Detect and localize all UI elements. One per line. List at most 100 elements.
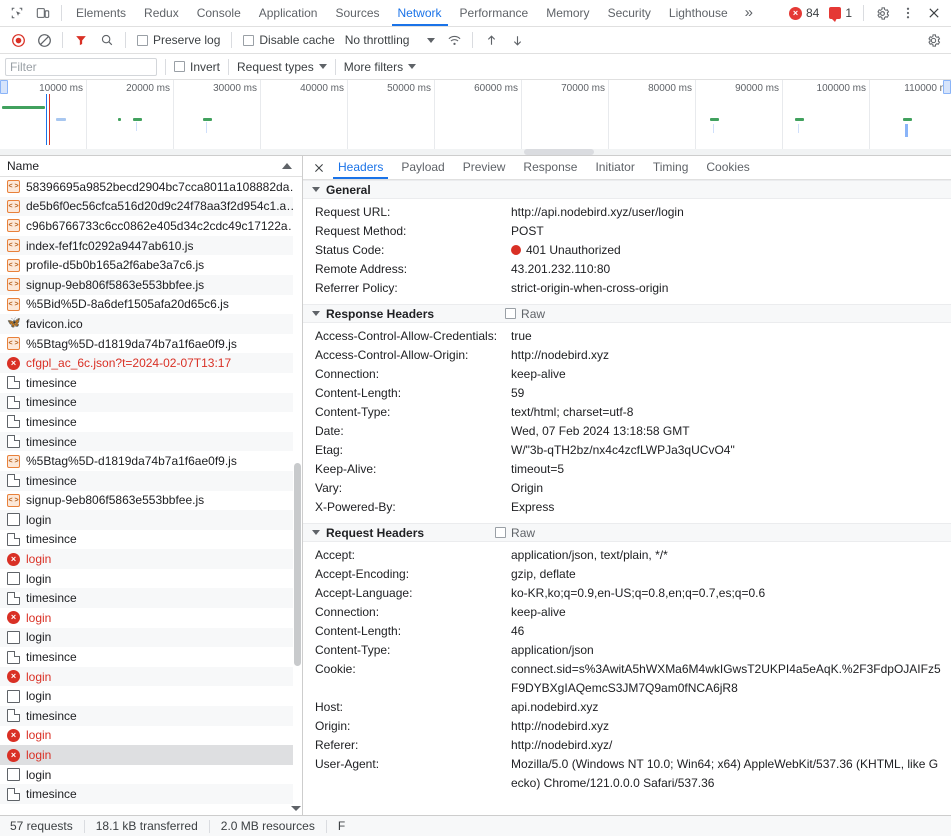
request-row[interactable]: < > signup-9eb806f5863e553bbfee.js [0, 491, 302, 511]
header-value[interactable]: Mozilla/5.0 (Windows NT 10.0; Win64; x64… [511, 755, 951, 793]
header-value[interactable]: true [511, 327, 540, 346]
request-raw-toggle[interactable]: Raw [495, 526, 535, 540]
tab-timing[interactable]: Timing [644, 156, 698, 179]
header-value[interactable]: POST [511, 222, 552, 241]
gear-icon[interactable] [869, 1, 895, 25]
request-row[interactable]: < > %5Btag%5D-d1819da74b7a1f6ae0f9.js [0, 451, 302, 471]
request-row[interactable]: timesince [0, 588, 302, 609]
request-row[interactable]: < > %5Bid%5D-8a6def1505afa20d65c6.js [0, 295, 302, 315]
tab-response[interactable]: Response [514, 156, 586, 179]
header-value[interactable]: 401 Unauthorized [511, 241, 629, 260]
tab-memory[interactable]: Memory [537, 0, 598, 26]
header-value[interactable]: 43.201.232.110:80 [511, 260, 618, 279]
request-row[interactable]: × cfgpl_ac_6c.json?t=2024-02-07T13:17 [0, 353, 302, 373]
request-row[interactable]: < > %5Btag%5D-d1819da74b7a1f6ae0f9.js [0, 334, 302, 354]
request-row[interactable]: timesince [0, 373, 302, 393]
overview-scrollbar-thumb[interactable] [524, 149, 594, 155]
request-row[interactable]: < > profile-d5b0b165a2f6abe3a7c6.js [0, 255, 302, 275]
tab-performance[interactable]: Performance [451, 0, 538, 26]
invert-checkbox[interactable]: Invert [174, 60, 220, 74]
header-value[interactable]: 46 [511, 622, 532, 641]
request-row[interactable]: login [0, 686, 302, 706]
tab-application[interactable]: Application [250, 0, 327, 26]
request-row[interactable]: login [0, 569, 302, 589]
header-value[interactable]: http://nodebird.xyz [511, 717, 617, 736]
import-har-icon[interactable] [478, 28, 504, 52]
header-value[interactable]: Origin [511, 479, 551, 498]
more-filters-dropdown[interactable]: More filters [344, 60, 417, 74]
header-value[interactable]: keep-alive [511, 603, 574, 622]
request-row[interactable]: < > signup-9eb806f5863e553bbfee.js [0, 274, 302, 295]
more-tabs-icon[interactable]: » [737, 0, 761, 26]
tab-preview[interactable]: Preview [454, 156, 515, 179]
header-value[interactable]: keep-alive [511, 365, 574, 384]
response-raw-toggle[interactable]: Raw [505, 307, 545, 321]
request-row[interactable]: < > c96b6766733c6cc0862e405d34c2cdc49c171… [0, 216, 302, 236]
kebab-menu-icon[interactable] [895, 1, 921, 25]
request-list-scrollbar[interactable] [291, 177, 302, 815]
header-value[interactable]: timeout=5 [511, 460, 572, 479]
header-value[interactable]: connect.sid=s%3AwitA5hWXMa6M4wkIGwsT2UKP… [511, 660, 951, 698]
inspect-element-icon[interactable] [4, 1, 30, 25]
network-conditions-icon[interactable] [441, 28, 467, 52]
request-row[interactable]: timesince [0, 784, 302, 804]
sort-ascending-icon[interactable] [282, 163, 292, 169]
filter-input[interactable] [5, 57, 157, 76]
device-toolbar-icon[interactable] [30, 1, 56, 25]
network-overview-timeline[interactable]: 10000 ms 20000 ms 30000 ms 40000 ms 5000… [0, 80, 951, 156]
request-row[interactable]: × login [0, 745, 302, 765]
throttling-dropdown[interactable]: No throttling [341, 33, 438, 47]
request-row[interactable]: timesince [0, 392, 302, 413]
clear-network-log-icon[interactable] [31, 28, 57, 52]
header-value[interactable]: ko-KR,ko;q=0.9,en-US;q=0.8,en;q=0.7,es;q… [511, 584, 773, 603]
header-value[interactable]: http://nodebird.xyz/ [511, 736, 620, 755]
request-types-dropdown[interactable]: Request types [237, 60, 327, 74]
tab-payload[interactable]: Payload [392, 156, 453, 179]
request-row[interactable]: login [0, 765, 302, 785]
request-row[interactable]: × login [0, 726, 302, 746]
tab-network[interactable]: Network [389, 0, 451, 26]
header-value[interactable]: Wed, 07 Feb 2024 13:18:58 GMT [511, 422, 698, 441]
tab-redux[interactable]: Redux [135, 0, 188, 26]
tab-security[interactable]: Security [599, 0, 660, 26]
preserve-log-checkbox[interactable]: Preserve log [131, 33, 226, 47]
section-general-header[interactable]: General [303, 180, 951, 199]
network-settings-gear-icon[interactable] [920, 28, 946, 52]
search-icon[interactable] [94, 28, 120, 52]
header-value[interactable]: Express [511, 498, 562, 517]
section-response-headers-header[interactable]: Response Headers Raw [303, 304, 951, 323]
tab-lighthouse[interactable]: Lighthouse [660, 0, 737, 26]
request-row[interactable]: timesince [0, 470, 302, 491]
request-row[interactable]: × login [0, 608, 302, 628]
request-row[interactable]: 🦋 favicon.ico [0, 314, 302, 334]
request-row[interactable]: timesince [0, 412, 302, 432]
request-row[interactable]: < > 58396695a9852becd2904bc7cca8011a10888… [0, 177, 302, 197]
overview-selection-handle-right[interactable] [943, 80, 951, 94]
tab-headers[interactable]: Headers [329, 156, 392, 179]
disable-cache-checkbox[interactable]: Disable cache [237, 33, 340, 47]
header-value[interactable]: strict-origin-when-cross-origin [511, 279, 676, 298]
tab-console[interactable]: Console [188, 0, 250, 26]
request-row[interactable]: timesince [0, 530, 302, 550]
header-value[interactable]: W/"3b-qTH2bz/nx4c4zcfLWPJa3qUCvO4" [511, 441, 743, 460]
warning-counter[interactable]: 1 [825, 6, 856, 22]
header-value[interactable]: text/html; charset=utf-8 [511, 403, 641, 422]
scroll-down-arrow-icon[interactable] [291, 806, 301, 811]
header-value[interactable]: 59 [511, 384, 532, 403]
tab-cookies[interactable]: Cookies [697, 156, 758, 179]
request-row[interactable]: timesince [0, 431, 302, 452]
tab-sources[interactable]: Sources [326, 0, 388, 26]
header-value[interactable]: http://api.nodebird.xyz/user/login [511, 203, 692, 222]
filter-icon[interactable] [68, 28, 94, 52]
request-row[interactable]: login [0, 510, 302, 530]
header-value[interactable]: api.nodebird.xyz [511, 698, 606, 717]
header-value[interactable]: application/json [511, 641, 602, 660]
header-value[interactable]: gzip, deflate [511, 565, 584, 584]
request-row[interactable]: < > de5b6f0ec56cfca516d20d9c24f78aa3f2d95… [0, 196, 302, 217]
section-request-headers-header[interactable]: Request Headers Raw [303, 523, 951, 542]
export-har-icon[interactable] [504, 28, 530, 52]
close-details-icon[interactable] [309, 158, 329, 178]
request-row[interactable]: login [0, 627, 302, 648]
request-row[interactable]: × login [0, 666, 302, 687]
request-row[interactable]: < > index-fef1fc0292a9447ab610.js [0, 235, 302, 256]
